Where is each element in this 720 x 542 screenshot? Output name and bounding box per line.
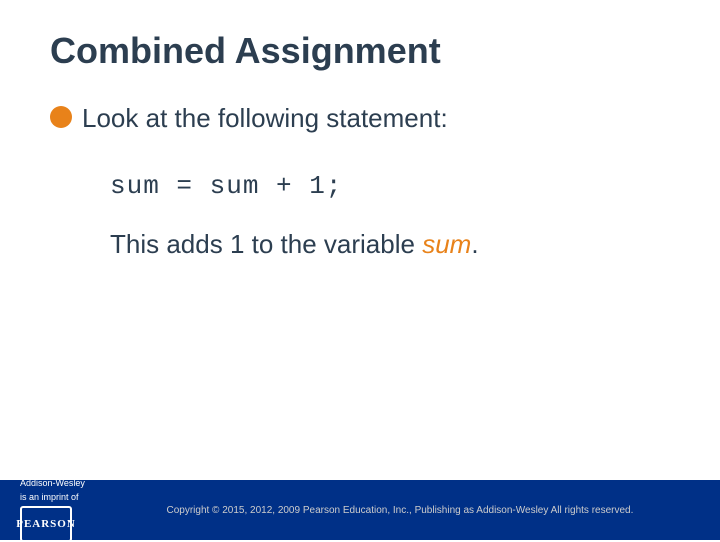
bullet-text: Look at the following statement: (82, 102, 448, 136)
bullet-item: Look at the following statement: (50, 102, 670, 136)
slide-container: Combined Assignment Look at the followin… (0, 0, 720, 540)
pearson-badge-text: PEARSON (16, 518, 76, 530)
footer-branding: Addison-Wesley is an imprint of PEARSON (20, 478, 85, 542)
description-line: This adds 1 to the variable sum. (110, 226, 670, 262)
slide-title: Combined Assignment (50, 30, 670, 72)
code-block: sum = sum + 1; (110, 171, 670, 201)
brand-line1: Addison-Wesley (20, 478, 85, 489)
bullet-dot-icon (50, 106, 72, 128)
pearson-badge: PEARSON (20, 506, 72, 542)
brand-line2: is an imprint of (20, 492, 79, 503)
footer-copyright: Copyright © 2015, 2012, 2009 Pearson Edu… (100, 505, 700, 516)
description-highlighted-word: sum (422, 229, 471, 259)
description-prefix: This adds 1 to the variable (110, 229, 422, 259)
description-suffix: . (471, 229, 478, 259)
footer: Addison-Wesley is an imprint of PEARSON … (0, 480, 720, 540)
